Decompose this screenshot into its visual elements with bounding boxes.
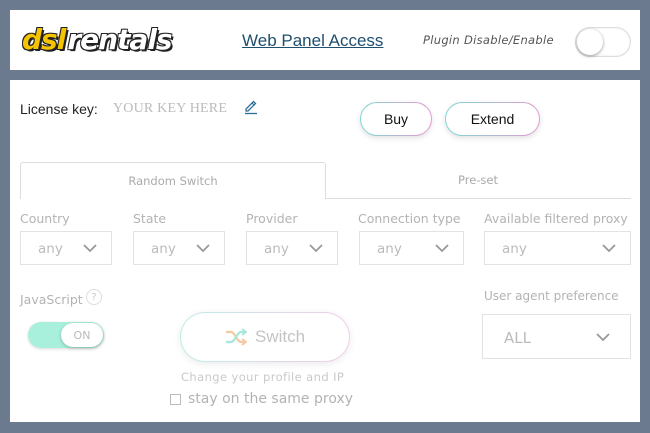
tab-random-switch[interactable]: Random Switch — [20, 162, 326, 199]
chevron-down-icon — [596, 333, 610, 342]
stay-same-proxy-label: stay on the same proxy — [188, 391, 354, 407]
provider-select[interactable]: any — [246, 231, 338, 265]
user-agent-value: ALL — [504, 329, 531, 347]
buy-button[interactable]: Buy — [360, 102, 432, 136]
available-proxy-select[interactable]: any — [484, 231, 631, 265]
license-key-value: YOUR KEY HERE — [113, 101, 228, 116]
plugin-enable-toggle[interactable] — [575, 27, 631, 57]
logo-part-rentals: rentals — [67, 22, 172, 56]
connection-type-label: Connection type — [358, 211, 461, 226]
stay-same-proxy-option[interactable]: stay on the same proxy — [170, 391, 353, 407]
provider-label: Provider — [246, 211, 298, 226]
javascript-toggle-state: ON — [61, 323, 103, 347]
switch-hint-text: Change your profile and IP — [181, 370, 345, 384]
available-proxy-label: Available filtered proxy — [484, 211, 628, 226]
switch-button[interactable]: Switch — [180, 312, 350, 362]
provider-value: any — [264, 241, 289, 257]
main-panel: License key: YOUR KEY HERE Buy Extend Ra… — [10, 80, 640, 422]
plugin-toggle-label: Plugin Disable/Enable — [423, 33, 554, 47]
chevron-down-icon — [435, 244, 449, 253]
javascript-label: JavaScript — [20, 292, 83, 307]
chevron-down-icon — [309, 244, 323, 253]
state-label: State — [133, 211, 167, 226]
country-value: any — [38, 241, 63, 257]
pencil-edit-icon[interactable] — [243, 99, 259, 115]
chevron-down-icon — [83, 244, 97, 253]
available-proxy-value: any — [502, 241, 527, 257]
toggle-knob — [577, 29, 603, 55]
help-icon[interactable]: ? — [86, 289, 102, 305]
user-agent-label: User agent preference — [484, 289, 619, 303]
chevron-down-icon — [196, 244, 210, 253]
tab-pre-set[interactable]: Pre-set — [325, 162, 631, 199]
shuffle-icon — [225, 328, 247, 346]
web-panel-access-link[interactable]: Web Panel Access — [242, 31, 383, 51]
switch-button-label: Switch — [254, 327, 306, 346]
license-key-label: License key: — [20, 101, 98, 117]
logo-part-dsl: dsl — [22, 22, 66, 56]
user-agent-select[interactable]: ALL — [482, 314, 631, 359]
chevron-down-icon — [602, 244, 616, 253]
stay-same-proxy-checkbox[interactable] — [170, 393, 181, 405]
header-bar: dsl rentals Web Panel Access Plugin Disa… — [10, 10, 640, 70]
connection-type-value: any — [377, 241, 402, 257]
country-select[interactable]: any — [20, 231, 112, 265]
dslrentals-logo: dsl rentals — [22, 22, 173, 56]
state-select[interactable]: any — [133, 231, 225, 265]
extend-button[interactable]: Extend — [445, 102, 540, 136]
javascript-toggle[interactable]: ON — [28, 322, 104, 348]
country-label: Country — [20, 211, 70, 226]
state-value: any — [151, 241, 176, 257]
connection-type-select[interactable]: any — [359, 231, 464, 265]
